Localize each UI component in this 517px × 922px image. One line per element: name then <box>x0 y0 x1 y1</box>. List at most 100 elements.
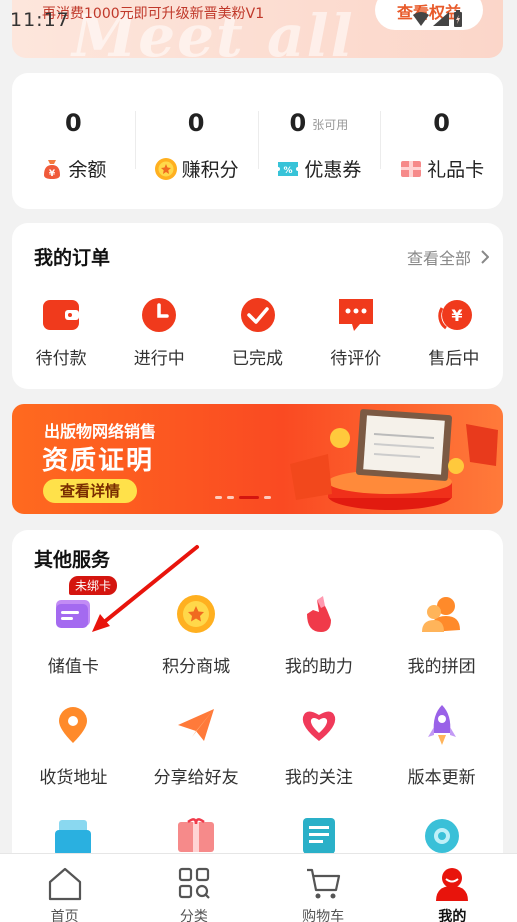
tab-label: 首页 <box>50 909 79 922</box>
document-icon <box>302 818 335 854</box>
service-address[interactable]: 收货地址 <box>12 703 135 788</box>
asset-points[interactable]: 0 赚积分 <box>134 73 258 209</box>
tab-profile[interactable]: 我的 <box>388 854 517 922</box>
service-stored-card[interactable]: 未绑卡 储值卡 <box>12 576 135 677</box>
boost-icon <box>306 596 331 632</box>
banner-subtitle: 出版物网络销售 <box>44 422 157 441</box>
service-group-buy[interactable]: 我的拼团 <box>380 592 503 677</box>
service-label: 版本更新 <box>407 768 476 788</box>
service-label: 分享给好友 <box>153 768 239 788</box>
upgrade-hint: 再消费1000元即可升级新晋美粉V1 <box>42 6 265 22</box>
pagination-dot[interactable] <box>264 496 271 499</box>
asset-giftcards[interactable]: 0 礼品卡 <box>380 73 503 209</box>
asset-value: 0 <box>433 109 450 137</box>
group-buy-icon <box>421 597 460 632</box>
service-my-boost[interactable]: 我的助力 <box>258 592 381 677</box>
comment-icon <box>338 299 373 331</box>
check-icon <box>240 298 275 332</box>
location-icon <box>59 707 88 743</box>
refund-icon: ¥ <box>438 300 472 330</box>
order-label: 待付款 <box>35 349 87 369</box>
settings-icon <box>424 819 459 853</box>
profile-icon <box>436 868 469 901</box>
coin-icon <box>154 157 177 180</box>
service-label: 我的关注 <box>284 768 353 788</box>
points-mall-icon <box>177 595 216 633</box>
signal-icon <box>433 12 449 26</box>
service-item[interactable] <box>12 814 135 858</box>
order-label: 售后中 <box>428 349 480 369</box>
order-label: 已完成 <box>232 349 283 369</box>
banner-detail-button[interactable]: 查看详情 <box>43 479 137 503</box>
unbound-badge: 未绑卡 <box>69 576 118 595</box>
banner-title: 资质证明 <box>42 446 155 476</box>
service-my-follows[interactable]: 我的关注 <box>258 703 381 788</box>
asset-label: 优惠券 <box>304 159 362 181</box>
svg-text:¥: ¥ <box>49 169 56 179</box>
service-version-update[interactable]: 版本更新 <box>380 703 503 788</box>
tab-cart[interactable]: 购物车 <box>259 854 388 922</box>
tab-label: 购物车 <box>302 909 345 922</box>
pagination-dot-active[interactable] <box>239 496 259 499</box>
tab-home[interactable]: 首页 <box>0 854 129 922</box>
home-icon <box>48 867 81 901</box>
service-item[interactable] <box>258 814 381 858</box>
folder-icon <box>55 820 92 856</box>
view-all-orders-link[interactable]: 查看全部 <box>407 245 489 269</box>
gift-box-icon <box>178 818 215 852</box>
order-label: 待评价 <box>330 349 382 369</box>
asset-label: 余额 <box>68 159 107 181</box>
category-icon <box>178 867 210 899</box>
service-share-friends[interactable]: 分享给好友 <box>135 703 258 788</box>
cart-icon <box>307 868 341 899</box>
asset-value: 0 <box>65 109 82 137</box>
coupon-icon: % <box>278 161 299 176</box>
asset-value: 0 <box>187 109 205 137</box>
service-label: 储值卡 <box>47 657 99 677</box>
service-item[interactable] <box>380 814 503 858</box>
pagination-dot[interactable] <box>215 496 222 499</box>
gift-card-icon <box>401 160 422 177</box>
asset-label: 礼品卡 <box>427 159 485 181</box>
order-to-review[interactable]: 待评价 <box>307 296 405 369</box>
order-completed[interactable]: 已完成 <box>208 296 306 369</box>
orders-title: 我的订单 <box>34 247 111 269</box>
service-points-mall[interactable]: 积分商城 <box>135 592 258 677</box>
stored-card-icon <box>56 600 91 628</box>
service-item[interactable] <box>135 814 258 858</box>
order-pending-payment[interactable]: 待付款 <box>12 296 110 369</box>
service-label: 积分商城 <box>162 657 231 677</box>
asset-sub: 张可用 <box>312 117 349 132</box>
wifi-icon <box>413 12 429 26</box>
pagination-dot[interactable] <box>227 496 234 499</box>
wallet-bag-icon: ¥ <box>44 159 61 179</box>
tab-label: 我的 <box>438 909 467 922</box>
bottom-tab-bar: 首页 分类 购物车 我的 <box>0 853 517 922</box>
asset-label: 赚积分 <box>181 159 239 181</box>
heart-icon <box>302 711 336 741</box>
tab-label: 分类 <box>179 909 208 922</box>
order-after-sales[interactable]: ¥ 售后中 <box>405 296 503 369</box>
asset-coupons[interactable]: 0 张可用 % 优惠券 <box>257 73 381 209</box>
services-title: 其他服务 <box>34 549 111 571</box>
svg-text:¥: ¥ <box>451 306 462 325</box>
asset-balance[interactable]: 0 ¥ 余额 <box>12 73 135 209</box>
tab-category[interactable]: 分类 <box>129 854 258 922</box>
battery-icon <box>454 10 462 27</box>
service-label: 收货地址 <box>39 768 108 788</box>
banner-pagination <box>215 496 271 499</box>
clock-icon <box>142 298 177 332</box>
view-all-label: 查看全部 <box>406 248 471 268</box>
orders-card: 我的订单 查看全部 待付款 进行中 已完成 待评价 ¥ 售后中 <box>12 223 503 389</box>
order-label: 进行中 <box>133 349 185 369</box>
rocket-icon <box>427 705 456 745</box>
assets-card: 0 ¥ 余额 0 赚积分 0 张可用 % 优惠券 0 礼品卡 <box>12 73 503 209</box>
status-time: 11:17 <box>10 9 70 31</box>
order-in-progress[interactable]: 进行中 <box>110 296 208 369</box>
service-label: 我的拼团 <box>407 657 476 677</box>
service-label: 我的助力 <box>284 657 353 677</box>
status-icons <box>413 10 463 28</box>
chevron-right-icon <box>481 249 489 264</box>
svg-text:%: % <box>284 166 293 176</box>
asset-value: 0 <box>289 109 307 137</box>
